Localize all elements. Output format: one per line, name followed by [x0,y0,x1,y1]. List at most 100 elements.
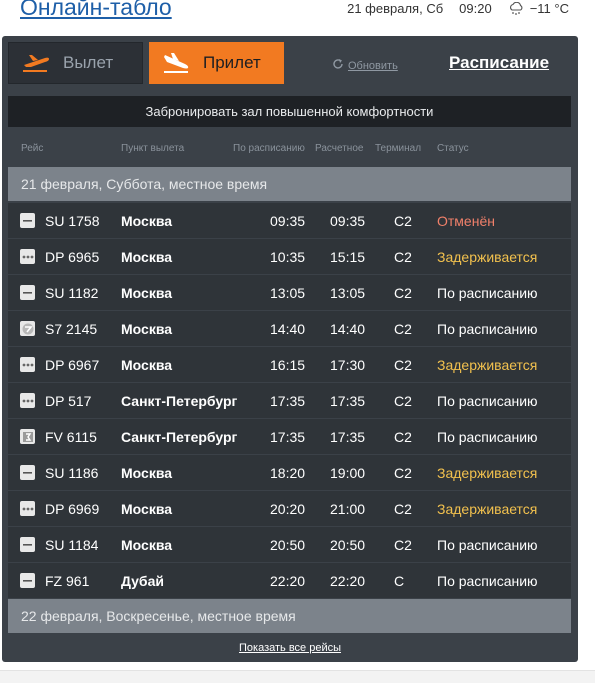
aeroflot-logo-icon [20,465,35,480]
flight-number: SU 1182 [45,285,99,301]
flight-status: Задерживается [437,501,538,517]
estimated-time: 14:40 [330,321,366,337]
departure-plane-icon [19,53,53,73]
flight-row[interactable]: DP 6967 Москва 16:15 17:30 C2 Задерживае… [8,347,571,382]
aeroflot-logo-icon [20,213,35,228]
flight-status: Задерживается [437,249,538,265]
origin-city: Санкт-Петербург [121,393,238,409]
day-header: 22 февраля, Воскресенье, местное время [8,599,571,633]
scheduled-time: 18:20 [270,465,306,481]
lounge-booking-banner[interactable]: Забронировать зал повышенной комфортност… [8,96,571,127]
flight-number: DP 6969 [45,501,100,517]
flight-number: DP 6967 [45,357,100,373]
scheduled-time: 10:35 [270,249,306,265]
current-time: 09:20 [459,0,492,16]
flight-row[interactable]: DP 6969 Москва 20:20 21:00 C2 Задерживае… [8,491,571,526]
origin-city: Москва [121,465,173,481]
col-estimated: Расчетное [315,143,364,154]
col-origin: Пункт вылета [121,143,185,154]
estimated-time: 17:35 [330,393,366,409]
page-title[interactable]: Онлайн-табло [20,0,172,21]
flight-status: По расписанию [437,321,538,337]
origin-city: Москва [121,357,173,373]
origin-city: Москва [121,249,173,265]
pobeda-logo-icon [20,249,35,264]
origin-city: Москва [121,501,173,517]
estimated-time: 22:20 [330,573,366,589]
flight-number: FV 6115 [45,429,97,445]
flight-number: SU 1758 [45,213,100,229]
refresh-button[interactable]: Обновить [332,58,398,73]
flight-status: По расписанию [437,573,538,589]
pobeda-logo-icon [20,501,35,516]
current-date: 21 февраля, Сб [347,0,444,16]
flight-status: Отменён [437,213,495,229]
flight-list: SU 1758 Москва 09:35 09:35 C2 Отменён DP… [8,203,571,599]
flight-number: SU 1186 [45,465,99,481]
temperature: −11 °C [529,0,569,16]
refresh-label: Обновить [348,59,398,72]
footer [0,670,595,683]
flight-row[interactable]: SU 1186 Москва 18:20 19:00 C2 Задерживае… [8,455,571,490]
terminal: C2 [394,537,412,553]
flight-row[interactable]: FV 6115 Санкт-Петербург 17:35 17:35 C2 П… [8,419,571,454]
estimated-time: 21:00 [330,501,366,517]
terminal: C2 [394,465,412,481]
day-header: 21 февраля, Суббота, местное время [8,167,571,201]
tab-arrival[interactable]: Прилет [149,42,284,84]
tab-departure-label: Вылет [63,53,114,72]
estimated-time: 17:35 [330,429,366,445]
origin-city: Дубай [121,573,164,589]
col-flight: Рейс [21,143,44,154]
flight-row[interactable]: DP 6965 Москва 10:35 15:15 C2 Задерживае… [8,239,571,274]
tab-arrival-label: Прилет [203,53,261,72]
scheduled-time: 13:05 [270,285,306,301]
flight-status: По расписанию [437,429,538,445]
flight-number: DP 6965 [45,249,100,265]
flight-number: DP 517 [45,393,92,409]
show-all-flights-link[interactable]: Показать все рейсы [2,642,578,654]
estimated-time: 19:00 [330,465,366,481]
estimated-time: 15:15 [330,249,366,265]
pobeda-logo-icon [20,357,35,372]
terminal: C2 [394,393,412,409]
pobeda-logo-icon [20,393,35,408]
flight-row[interactable]: SU 1758 Москва 09:35 09:35 C2 Отменён [8,203,571,238]
schedule-link[interactable]: Расписание [449,53,549,73]
flight-status: По расписанию [437,537,538,553]
terminal: C2 [394,321,412,337]
scheduled-time: 22:20 [270,573,306,589]
flight-row[interactable]: SU 1182 Москва 13:05 13:05 C2 По расписа… [8,275,571,310]
flight-number: S7 2145 [45,321,98,337]
flight-number: FZ 961 [45,573,90,589]
origin-city: Москва [121,213,173,229]
rossiya-logo-icon [20,429,35,444]
terminal: C [394,573,405,589]
header-info: 21 февраля, Сб 09:20 −11 °C [347,0,569,16]
flydubai-logo-icon [20,573,35,588]
s7-logo-icon [20,321,35,336]
flight-row[interactable]: DP 517 Санкт-Петербург 17:35 17:35 C2 По… [8,383,571,418]
terminal: C2 [394,357,412,373]
flight-row[interactable]: SU 1184 Москва 20:50 20:50 C2 По расписа… [8,527,571,562]
flight-row[interactable]: FZ 961 Дубай 22:20 22:20 C По расписанию [8,563,571,598]
aeroflot-logo-icon [20,537,35,552]
origin-city: Санкт-Петербург [121,429,238,445]
tab-departure[interactable]: Вылет [8,42,143,84]
flight-number: SU 1184 [45,537,99,553]
scheduled-time: 17:35 [270,393,306,409]
scheduled-time: 20:20 [270,501,306,517]
origin-city: Москва [121,285,173,301]
flight-row[interactable]: S7 2145 Москва 14:40 14:40 C2 По расписа… [8,311,571,346]
flight-status: Задерживается [437,357,538,373]
page-header: Онлайн-табло 21 февраля, Сб 09:20 −11 °C [0,0,595,36]
flight-status: По расписанию [437,393,538,409]
scheduled-time: 20:50 [270,537,306,553]
flight-board: Вылет Прилет Обновить Расписание Заброни… [2,36,578,662]
aeroflot-logo-icon [20,285,35,300]
estimated-time: 09:35 [330,213,366,229]
column-headers: Рейс Пункт вылета По расписанию Расчетно… [8,137,571,159]
terminal: C2 [394,501,412,517]
scheduled-time: 16:15 [270,357,306,373]
scheduled-time: 17:35 [270,429,306,445]
